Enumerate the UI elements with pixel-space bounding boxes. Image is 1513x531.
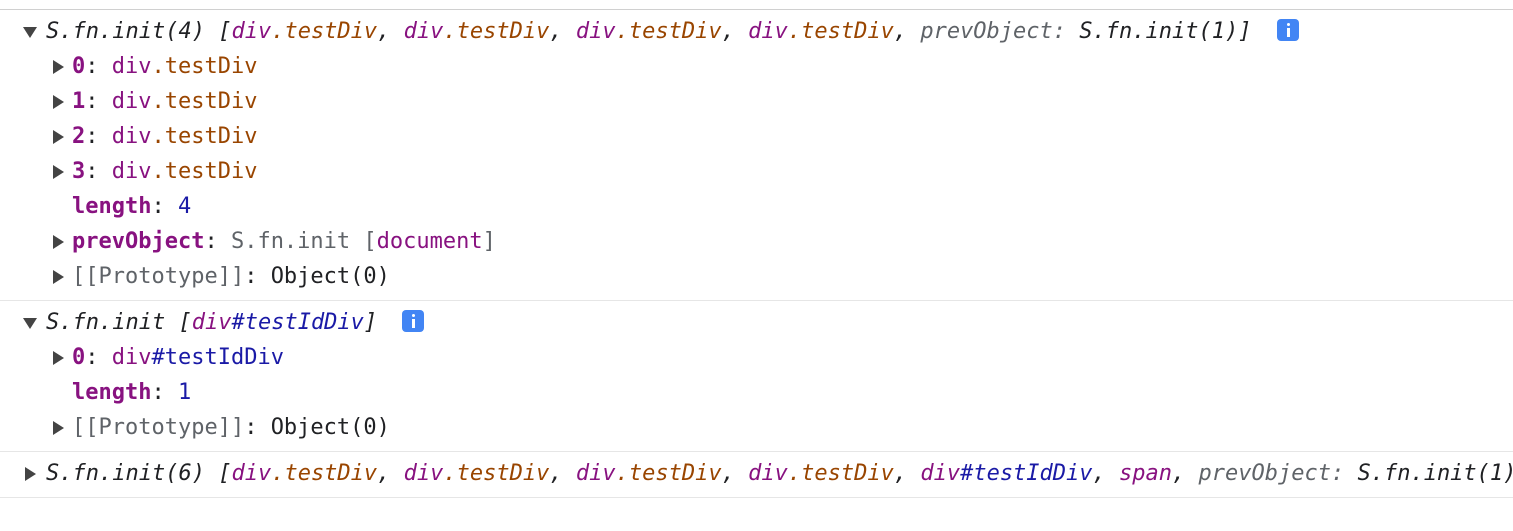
element-tag: div [111, 159, 152, 184]
tree-item-3[interactable]: 3: div.testDiv [0, 154, 1513, 189]
summary-prev-value: S.fn.init(1) [1357, 461, 1513, 486]
summary-item-tag: div [575, 461, 616, 486]
entry-3-header[interactable]: S.fn.init(6) [div.testDiv, div.testDiv, … [0, 456, 1513, 491]
summary-item-tag: div [920, 461, 961, 486]
constructor-name: S.fn.init(4) [46, 19, 205, 44]
prototype-key: [[Prototype]] [72, 264, 245, 289]
property-key: 3 [72, 159, 86, 184]
summary-item-tag: div [231, 461, 272, 486]
summary-prev-key: prevObject [1198, 461, 1331, 486]
summary-item-selector: .testDiv [271, 19, 378, 44]
property-key: 1 [72, 89, 86, 114]
tree-item-0[interactable]: 0: div#testIdDiv [0, 340, 1513, 375]
prototype-value: Object(0) [270, 415, 390, 440]
document-node: document [376, 229, 483, 254]
summary-item-selector: .testDiv [443, 461, 550, 486]
property-key: 2 [72, 124, 86, 149]
collapsed-triangle-icon[interactable] [50, 259, 64, 294]
length-value: 1 [177, 380, 192, 405]
collapsed-triangle-icon[interactable] [50, 84, 64, 119]
summary-item-tag: div [403, 461, 444, 486]
element-tag: div [111, 89, 152, 114]
property-key: length [72, 194, 152, 219]
collapsed-triangle-icon[interactable] [50, 154, 64, 189]
element-tag: div [111, 124, 152, 149]
summary-item-tag: div [748, 19, 788, 44]
summary-item-selector: #testIdDiv [960, 461, 1093, 486]
element-selector: .testDiv [151, 89, 258, 114]
summary-prev-value: S.fn.init(1) [1079, 19, 1239, 44]
constructor-name: S.fn.init(6) [46, 461, 205, 486]
summary-item-selector: .testDiv [615, 461, 722, 486]
console-entry-3: S.fn.init(6) [div.testDiv, div.testDiv, … [0, 452, 1513, 498]
summary-item-tag: span [1119, 461, 1173, 486]
collapsed-triangle-icon[interactable] [22, 456, 36, 491]
tree-item-prevobject[interactable]: prevObject: S.fn.init [document] [0, 224, 1513, 259]
property-key: 0 [72, 54, 86, 79]
tree-item-length: length: 1 [72, 380, 192, 405]
summary-item-selector: .testDiv [271, 461, 378, 486]
tree-item-prototype[interactable]: [[Prototype]]: Object(0) [0, 410, 1513, 445]
property-key: length [72, 380, 152, 405]
entry-1-header[interactable]: S.fn.init(4) [div.testDiv, div.testDiv, … [0, 14, 1513, 49]
console-entry-2: S.fn.init [div#testIdDiv] 0: div#testIdD… [0, 301, 1513, 452]
summary-item-selector: .testDiv [615, 19, 722, 44]
summary-item-selector: .testDiv [443, 19, 550, 44]
element-selector: .testDiv [151, 159, 258, 184]
summary-item-selector: .testDiv [787, 19, 894, 44]
tree-item-0[interactable]: 0: div.testDiv [0, 49, 1513, 84]
prev-object-value: S.fn.init [230, 229, 351, 254]
prototype-key: [[Prototype]] [72, 415, 245, 440]
summary-item-tag: div [403, 19, 444, 44]
collapsed-triangle-icon[interactable] [50, 410, 64, 445]
tree-item-1[interactable]: 1: div.testDiv [0, 84, 1513, 119]
info-icon[interactable] [1276, 19, 1299, 41]
expanded-triangle-icon[interactable] [22, 14, 37, 49]
collapsed-triangle-icon[interactable] [50, 224, 64, 259]
property-key: prevObject [72, 229, 205, 254]
tree-item-prototype[interactable]: [[Prototype]]: Object(0) [0, 259, 1513, 294]
console-entry-1: S.fn.init(4) [div.testDiv, div.testDiv, … [0, 10, 1513, 301]
length-value: 4 [177, 194, 192, 219]
collapsed-triangle-icon[interactable] [50, 340, 64, 375]
element-selector: .testDiv [151, 54, 258, 79]
summary-item-selector: #testIdDiv [231, 310, 364, 335]
property-key: 0 [72, 345, 86, 370]
prototype-value: Object(0) [270, 264, 390, 289]
element-selector: .testDiv [151, 124, 258, 149]
summary-item-tag: div [575, 19, 616, 44]
expanded-triangle-icon[interactable] [22, 305, 37, 340]
collapsed-triangle-icon[interactable] [50, 119, 64, 154]
element-tag: div [111, 54, 152, 79]
collapsed-triangle-icon[interactable] [50, 49, 64, 84]
info-icon[interactable] [402, 310, 425, 332]
console-top-border [0, 0, 1513, 10]
summary-prev-key: prevObject [920, 19, 1053, 44]
summary-item-tag: div [191, 310, 232, 335]
entry-2-header[interactable]: S.fn.init [div#testIdDiv] [0, 305, 1513, 340]
summary-item-tag: div [748, 461, 788, 486]
constructor-name: S.fn.init [46, 310, 166, 335]
summary-item-tag: div [231, 19, 272, 44]
tree-item-length: length: 4 [72, 194, 192, 219]
element-selector: #testIdDiv [151, 345, 284, 370]
tree-item-2[interactable]: 2: div.testDiv [0, 119, 1513, 154]
element-tag: div [111, 345, 152, 370]
summary-item-selector: .testDiv [787, 461, 894, 486]
